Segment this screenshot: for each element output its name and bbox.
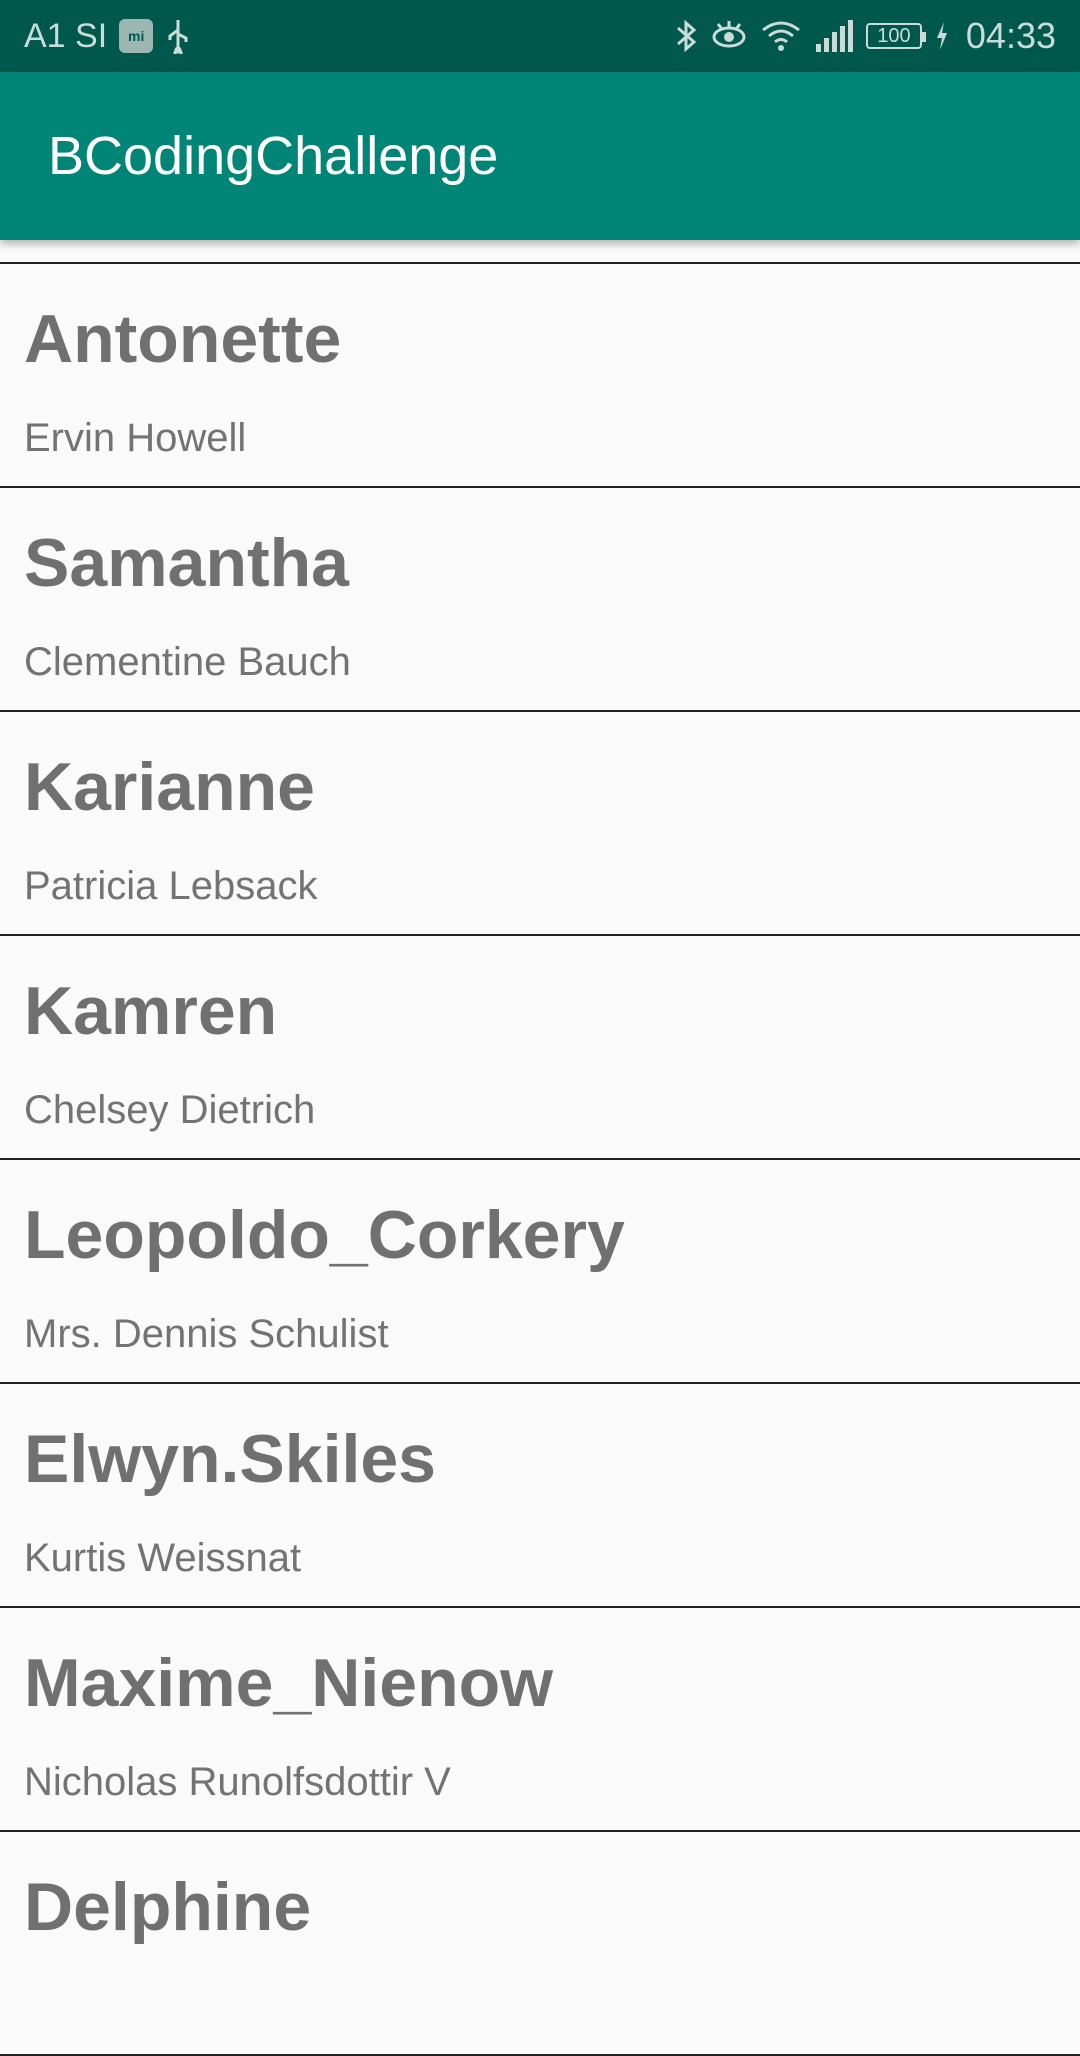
bluetooth-icon <box>674 18 698 54</box>
item-username: Kamren <box>24 973 278 1049</box>
charging-icon <box>934 18 950 54</box>
item-name: Clementine Bauch <box>24 640 351 684</box>
status-bar: A1 SI mi 100 04:33 <box>0 0 1080 72</box>
item-username: Maxime_Nienow <box>24 1645 554 1721</box>
item-name: Ervin Howell <box>24 416 247 460</box>
item-username: Leopoldo_Corkery <box>24 1197 625 1273</box>
list-item[interactable]: Samantha Clementine Bauch <box>0 488 1080 712</box>
list-item[interactable]: Elwyn.Skiles Kurtis Weissnat <box>0 1384 1080 1608</box>
item-username: Karianne <box>24 749 315 825</box>
signal-icon <box>814 18 854 54</box>
app-bar: BCodingChallenge <box>0 72 1080 240</box>
item-name: Mrs. Dennis Schulist <box>24 1312 389 1356</box>
list-item[interactable]: Delphine <box>0 1832 1080 2056</box>
list-item[interactable]: Maxime_Nienow Nicholas Runolfsdottir V <box>0 1608 1080 1832</box>
item-name: Chelsey Dietrich <box>24 1088 316 1132</box>
item-username: Antonette <box>24 301 342 377</box>
clock: 04:33 <box>965 15 1056 56</box>
item-name: Patricia Lebsack <box>24 864 318 908</box>
item-username: Delphine <box>24 1869 312 1945</box>
list-item[interactable]: Kamren Chelsey Dietrich <box>0 936 1080 1160</box>
wifi-icon <box>760 18 802 54</box>
battery-level: 100 <box>877 24 911 47</box>
list-item[interactable]: Leopoldo_Corkery Mrs. Dennis Schulist <box>0 1160 1080 1384</box>
item-username: Samantha <box>24 525 349 601</box>
item-username: Elwyn.Skiles <box>24 1421 436 1497</box>
usb-icon <box>165 18 191 54</box>
carrier-label: A1 SI <box>24 16 108 55</box>
eye-icon <box>710 18 748 54</box>
list-item[interactable]: Antonette Ervin Howell <box>0 264 1080 488</box>
battery-icon: 100 <box>865 23 926 49</box>
status-bar-right: 100 04:33 <box>674 15 1056 57</box>
item-name: Kurtis Weissnat <box>24 1536 302 1580</box>
mi-app-icon: mi <box>119 19 154 53</box>
user-list[interactable]: Antonette Ervin Howell Samantha Clementi… <box>0 262 1080 2056</box>
item-name: Nicholas Runolfsdottir V <box>24 1760 451 1804</box>
status-bar-left: A1 SI mi <box>24 17 191 56</box>
app-title: BCodingChallenge <box>48 126 499 186</box>
list-item[interactable]: Karianne Patricia Lebsack <box>0 712 1080 936</box>
